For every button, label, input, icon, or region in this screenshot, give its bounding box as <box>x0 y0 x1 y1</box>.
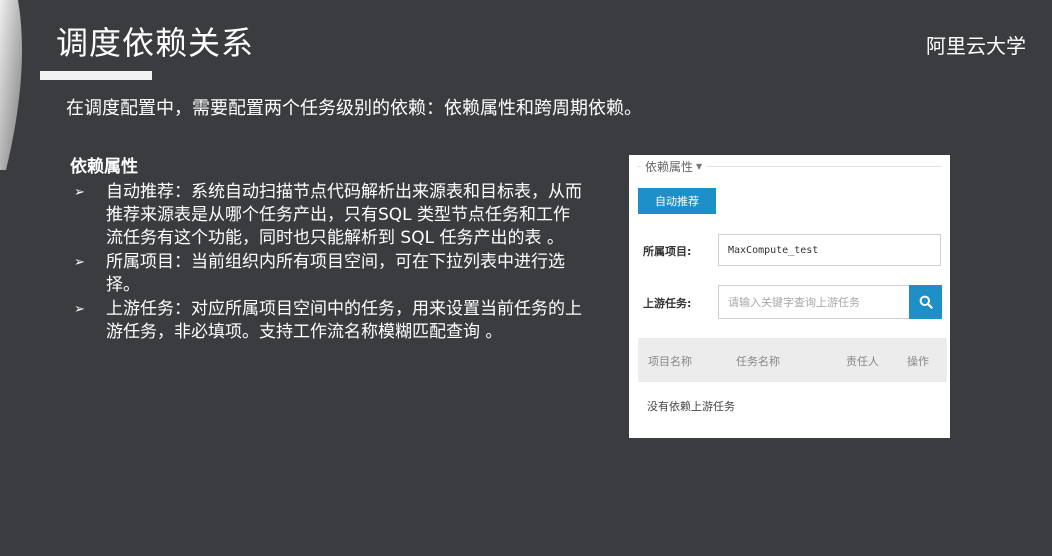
corner-accent-graphic <box>0 0 22 170</box>
search-button[interactable] <box>909 285 942 319</box>
auto-recommend-button[interactable]: 自动推荐 <box>638 188 716 214</box>
column-header-actions: 操作 <box>907 355 929 368</box>
project-label: 所属项目: <box>643 245 692 258</box>
bullet-text: 上游任务：对应所属项目空间中的任务，用来设置当前任务的上游任务，非必填项。支持工… <box>106 299 582 342</box>
bullet-arrow-icon: ➢ <box>74 185 85 200</box>
dependency-attributes-section: 依赖属性 ➢ 自动推荐：系统自动扫描节点代码解析出来源表和目标表，从而推荐来源表… <box>70 152 600 345</box>
intro-text: 在调度配置中，需要配置两个任务级别的依赖：依赖属性和跨周期依赖。 <box>66 98 642 119</box>
project-value: MaxCompute_test <box>728 244 819 256</box>
bullet-text: 所属项目：当前组织内所有项目空间，可在下拉列表中进行选择。 <box>106 252 565 295</box>
brand-label: 阿里云大学 <box>926 34 1026 58</box>
project-select[interactable]: MaxCompute_test <box>718 234 941 266</box>
upstream-table-header: 项目名称 任务名称 责任人 操作 <box>638 338 947 382</box>
upstream-task-search-input[interactable] <box>718 285 910 319</box>
bullet-item-project: ➢ 所属项目：当前组织内所有项目空间，可在下拉列表中进行选择。 <box>70 251 600 297</box>
upstream-task-label: 上游任务: <box>643 297 692 310</box>
column-header-project: 项目名称 <box>648 355 692 368</box>
search-icon <box>919 295 933 309</box>
bullet-item-auto-recommend: ➢ 自动推荐：系统自动扫描节点代码解析出来源表和目标表，从而推荐来源表是从哪个任… <box>70 181 600 250</box>
upstream-table-body: 没有依赖上游任务 <box>638 382 947 438</box>
caret-down-icon[interactable]: ▼ <box>696 162 702 171</box>
panel-legend[interactable]: 依赖属性 ▼ <box>641 158 707 175</box>
slide-title: 调度依赖关系 <box>56 24 255 62</box>
column-header-task: 任务名称 <box>736 355 780 368</box>
section-heading: 依赖属性 <box>70 157 138 177</box>
bullet-text: 自动推荐：系统自动扫描节点代码解析出来源表和目标表，从而推荐来源表是从哪个任务产… <box>106 182 582 248</box>
column-header-owner: 责任人 <box>846 355 879 368</box>
bullet-arrow-icon: ➢ <box>74 255 85 270</box>
legend-label: 依赖属性 <box>645 160 694 174</box>
bullet-arrow-icon: ➢ <box>74 302 85 317</box>
empty-state-text: 没有依赖上游任务 <box>647 400 735 413</box>
title-underline-bar <box>40 71 152 80</box>
bullet-item-upstream: ➢ 上游任务：对应所属项目空间中的任务，用来设置当前任务的上游任务，非必填项。支… <box>70 298 600 344</box>
dependency-config-panel: 依赖属性 ▼ 自动推荐 所属项目: MaxCompute_test 上游任务: … <box>629 155 950 438</box>
